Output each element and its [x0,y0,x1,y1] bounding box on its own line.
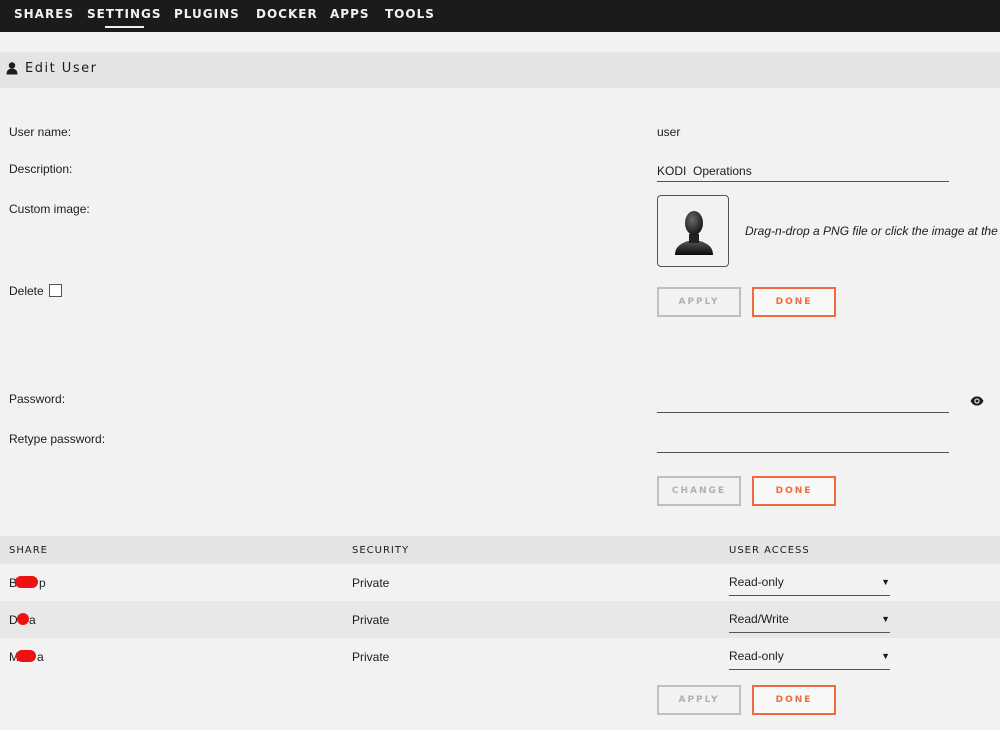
custom-image-hint: Drag-n-drop a PNG file or click the imag… [745,224,1000,238]
user-access-select[interactable]: Read-only ▼ [729,643,890,670]
share-security: Private [352,613,390,627]
change-button[interactable]: CHANGE [657,476,741,506]
edit-user-titlebar: Edit User [0,52,1000,88]
share-column-header: SHARE [9,545,48,556]
done-button[interactable]: DONE [752,287,836,317]
username-label: User name: [9,125,72,139]
eye-icon[interactable] [970,395,984,409]
user-silhouette-icon [675,211,713,255]
share-security: Private [352,576,390,590]
user-access-column-header: USER ACCESS [729,545,810,556]
description-label: Description: [9,162,73,176]
top-navigation: SHARES SETTINGS PLUGINS DOCKER APPS TOOL… [0,0,1000,32]
user-icon [6,62,18,78]
apply-button[interactable]: APPLY [657,287,741,317]
user-access-value: Read-only [729,649,784,663]
redaction-mark [17,613,29,625]
shares-table-header: SHARE SECURITY USER ACCESS [0,536,1000,564]
shares-done-button[interactable]: DONE [752,685,836,715]
shares-apply-button[interactable]: APPLY [657,685,741,715]
custom-image-dropzone[interactable] [657,195,729,267]
nav-settings[interactable]: SETTINGS [87,7,162,28]
nav-docker[interactable]: DOCKER [256,7,318,21]
page-title: Edit User [25,61,98,76]
share-name-end: p [39,576,46,590]
dropdown-arrow-icon: ▼ [881,577,890,587]
dropdown-arrow-icon: ▼ [881,614,890,624]
username-value: user [657,125,681,139]
delete-label: Delete [9,284,44,298]
redaction-mark [15,576,38,588]
redaction-mark [16,650,36,662]
retype-password-input[interactable] [657,431,949,453]
custom-image-label: Custom image: [9,202,90,216]
user-access-value: Read-only [729,575,784,589]
share-security: Private [352,650,390,664]
nav-shares[interactable]: SHARES [14,7,74,21]
table-row: B p Private Read-only ▼ [0,564,1000,601]
password-input[interactable] [657,391,949,413]
description-input[interactable] [657,160,949,182]
share-name-end: a [29,613,36,627]
user-access-select[interactable]: Read/Write ▼ [729,606,890,633]
nav-apps[interactable]: APPS [330,7,370,21]
dropdown-arrow-icon: ▼ [881,651,890,661]
delete-checkbox[interactable] [49,284,62,297]
nav-plugins[interactable]: PLUGINS [174,7,240,21]
nav-tools[interactable]: TOOLS [385,7,435,21]
table-row: M a Private Read-only ▼ [0,638,1000,675]
password-done-button[interactable]: DONE [752,476,836,506]
user-access-value: Read/Write [729,612,789,626]
password-label: Password: [9,392,66,406]
share-name-end: a [37,650,44,664]
security-column-header: SECURITY [352,545,410,556]
retype-password-label: Retype password: [9,432,106,446]
table-row: D a Private Read/Write ▼ [0,601,1000,638]
user-access-select[interactable]: Read-only ▼ [729,569,890,596]
